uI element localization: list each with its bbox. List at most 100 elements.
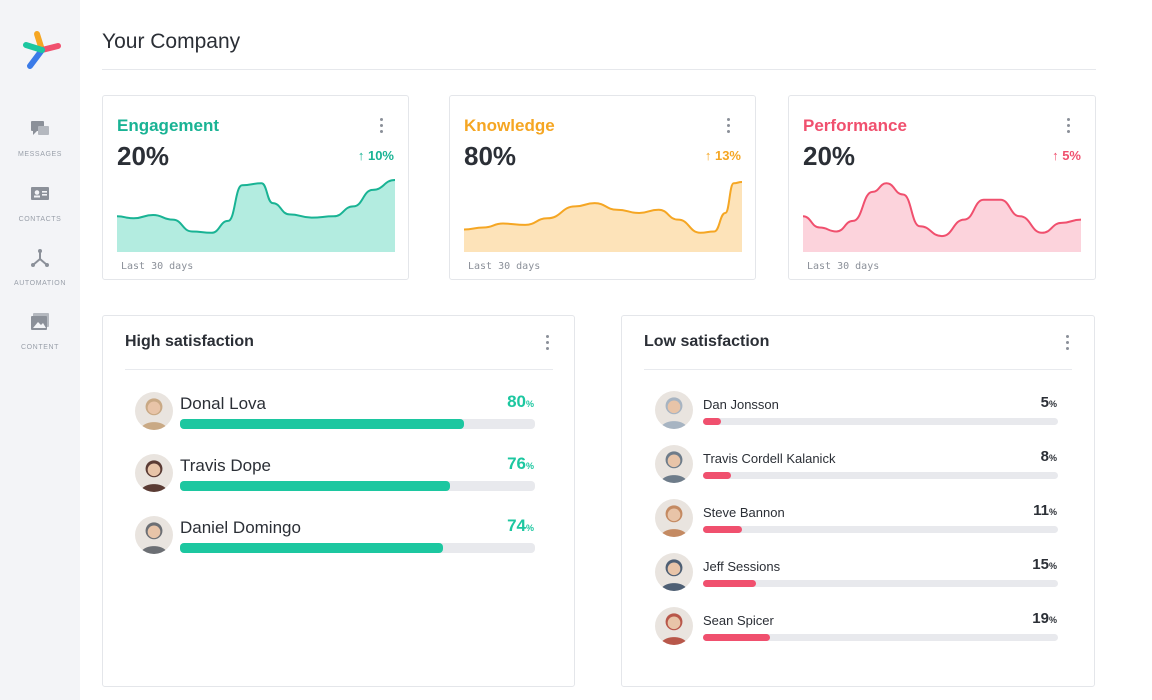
avatar[interactable] [655, 553, 693, 591]
satisfaction-percent: 8% [1041, 448, 1057, 465]
metric-title: Knowledge [464, 116, 555, 135]
satisfaction-percent: 76% [507, 454, 534, 474]
metric-sparkline [117, 179, 395, 252]
avatar[interactable] [655, 499, 693, 537]
content-icon [31, 313, 49, 330]
metric-value: 20% [803, 141, 856, 171]
percent-value: 8 [1040, 448, 1049, 465]
percent-sign: % [525, 399, 534, 409]
satisfaction-percent: 11% [1033, 502, 1057, 519]
progress-bar-fill [703, 580, 757, 587]
percent-sign: % [1048, 399, 1057, 409]
sidebar-item-label: MESSAGES [17, 151, 63, 158]
metric-delta: ↑ 5% [1052, 148, 1081, 163]
avatar[interactable] [135, 516, 173, 554]
person-name[interactable]: Daniel Domingo [180, 518, 301, 538]
card-menu-icon[interactable] [378, 118, 384, 136]
person-name[interactable]: Travis Dope [180, 456, 271, 476]
high-satisfaction-card: High satisfaction Donal Lova 80% Travis Do… [102, 315, 575, 687]
percent-sign: % [525, 461, 534, 471]
satisfaction-percent: 15% [1032, 556, 1057, 573]
metric-delta-value: 5% [1062, 148, 1081, 163]
metric-card-knowledge: Knowledge 80% ↑ 13% Last 30 days [449, 95, 756, 280]
person-name[interactable]: Jeff Sessions [703, 559, 780, 574]
card-title: Low satisfaction [644, 333, 770, 350]
list-item[interactable]: Sean Spicer 19% [622, 607, 1094, 661]
metric-delta: ↑ 10% [358, 148, 394, 163]
header-divider [102, 69, 1096, 70]
satisfaction-percent: 74% [507, 516, 534, 536]
progress-bar-track [703, 634, 1058, 641]
person-name[interactable]: Donal Lova [180, 394, 266, 414]
metric-sparkline [464, 180, 742, 252]
percent-sign: % [1048, 507, 1057, 517]
sparkline-area [803, 183, 1081, 252]
card-menu-icon[interactable] [1065, 118, 1071, 136]
app-logo[interactable] [22, 30, 62, 72]
progress-bar-track [180, 419, 535, 429]
percent-sign: % [1048, 453, 1057, 463]
progress-bar-track [180, 481, 535, 491]
card-menu-icon[interactable] [1064, 335, 1070, 353]
progress-bar-track [180, 543, 535, 553]
list-item[interactable]: Donal Lova 80% [103, 392, 574, 454]
satisfaction-percent: 19% [1032, 610, 1057, 627]
person-name[interactable]: Dan Jonsson [703, 397, 779, 412]
card-title: High satisfaction [125, 333, 254, 350]
metric-title: Engagement [117, 116, 220, 135]
low-satisfaction-card: Low satisfaction Dan Jonsson 5% Travis Cor… [621, 315, 1095, 687]
percent-sign: % [525, 523, 534, 533]
metric-card-engagement: Engagement 20% ↑ 10% Last 30 days [102, 95, 409, 280]
sidebar-item-label: CONTENT [20, 344, 60, 351]
metric-period: Last 30 days [807, 261, 880, 272]
avatar[interactable] [655, 607, 693, 645]
list-item[interactable]: Travis Cordell Kalanick 8% [622, 445, 1094, 499]
sparkline-area [464, 181, 742, 252]
progress-bar-fill [180, 481, 450, 491]
percent-value: 80 [507, 392, 526, 411]
metric-period: Last 30 days [121, 261, 194, 272]
card-divider [644, 369, 1072, 370]
arrow-up-icon: ↑ [704, 148, 712, 163]
messages-icon [31, 121, 49, 135]
metric-period: Last 30 days [468, 261, 541, 272]
sidebar: MESSAGES CONTACTS AUTOMATION CONTENT [0, 0, 80, 700]
person-name[interactable]: Steve Bannon [703, 505, 785, 520]
card-menu-icon[interactable] [544, 335, 550, 353]
list-item[interactable]: Daniel Domingo 74% [103, 516, 574, 578]
percent-value: 15 [1032, 556, 1049, 573]
sidebar-item-label: CONTACTS [18, 216, 62, 223]
sidebar-item-automation[interactable]: AUTOMATION [0, 247, 80, 287]
progress-bar-track [703, 526, 1058, 533]
metric-delta-value: 13% [714, 148, 741, 163]
contacts-icon [31, 187, 49, 200]
avatar[interactable] [135, 454, 173, 492]
avatar[interactable] [655, 391, 693, 429]
metric-delta-value: 10% [367, 148, 394, 163]
percent-value: 19 [1032, 610, 1049, 627]
percent-value: 11 [1033, 502, 1049, 519]
person-name[interactable]: Sean Spicer [703, 613, 774, 628]
percent-value: 74 [507, 516, 526, 535]
satisfaction-percent: 5% [1041, 394, 1057, 411]
automation-icon [31, 249, 49, 267]
sidebar-item-contacts[interactable]: CONTACTS [0, 183, 80, 223]
progress-bar-track [703, 418, 1058, 425]
list-item[interactable]: Steve Bannon 11% [622, 499, 1094, 553]
page-title: Your Company [102, 30, 241, 53]
progress-bar-fill [703, 418, 721, 425]
percent-sign: % [1048, 615, 1057, 625]
list-item[interactable]: Jeff Sessions 15% [622, 553, 1094, 607]
avatar[interactable] [655, 445, 693, 483]
sidebar-item-messages[interactable]: MESSAGES [0, 118, 80, 158]
card-menu-icon[interactable] [725, 118, 731, 136]
person-name[interactable]: Travis Cordell Kalanick [703, 451, 835, 466]
list-item[interactable]: Dan Jonsson 5% [622, 391, 1094, 445]
progress-bar-fill [180, 543, 443, 553]
card-divider [125, 369, 553, 370]
sidebar-item-content[interactable]: CONTENT [0, 311, 80, 351]
arrow-up-icon: ↑ [357, 148, 365, 163]
avatar[interactable] [135, 392, 173, 430]
progress-bar-fill [180, 419, 464, 429]
list-item[interactable]: Travis Dope 76% [103, 454, 574, 516]
